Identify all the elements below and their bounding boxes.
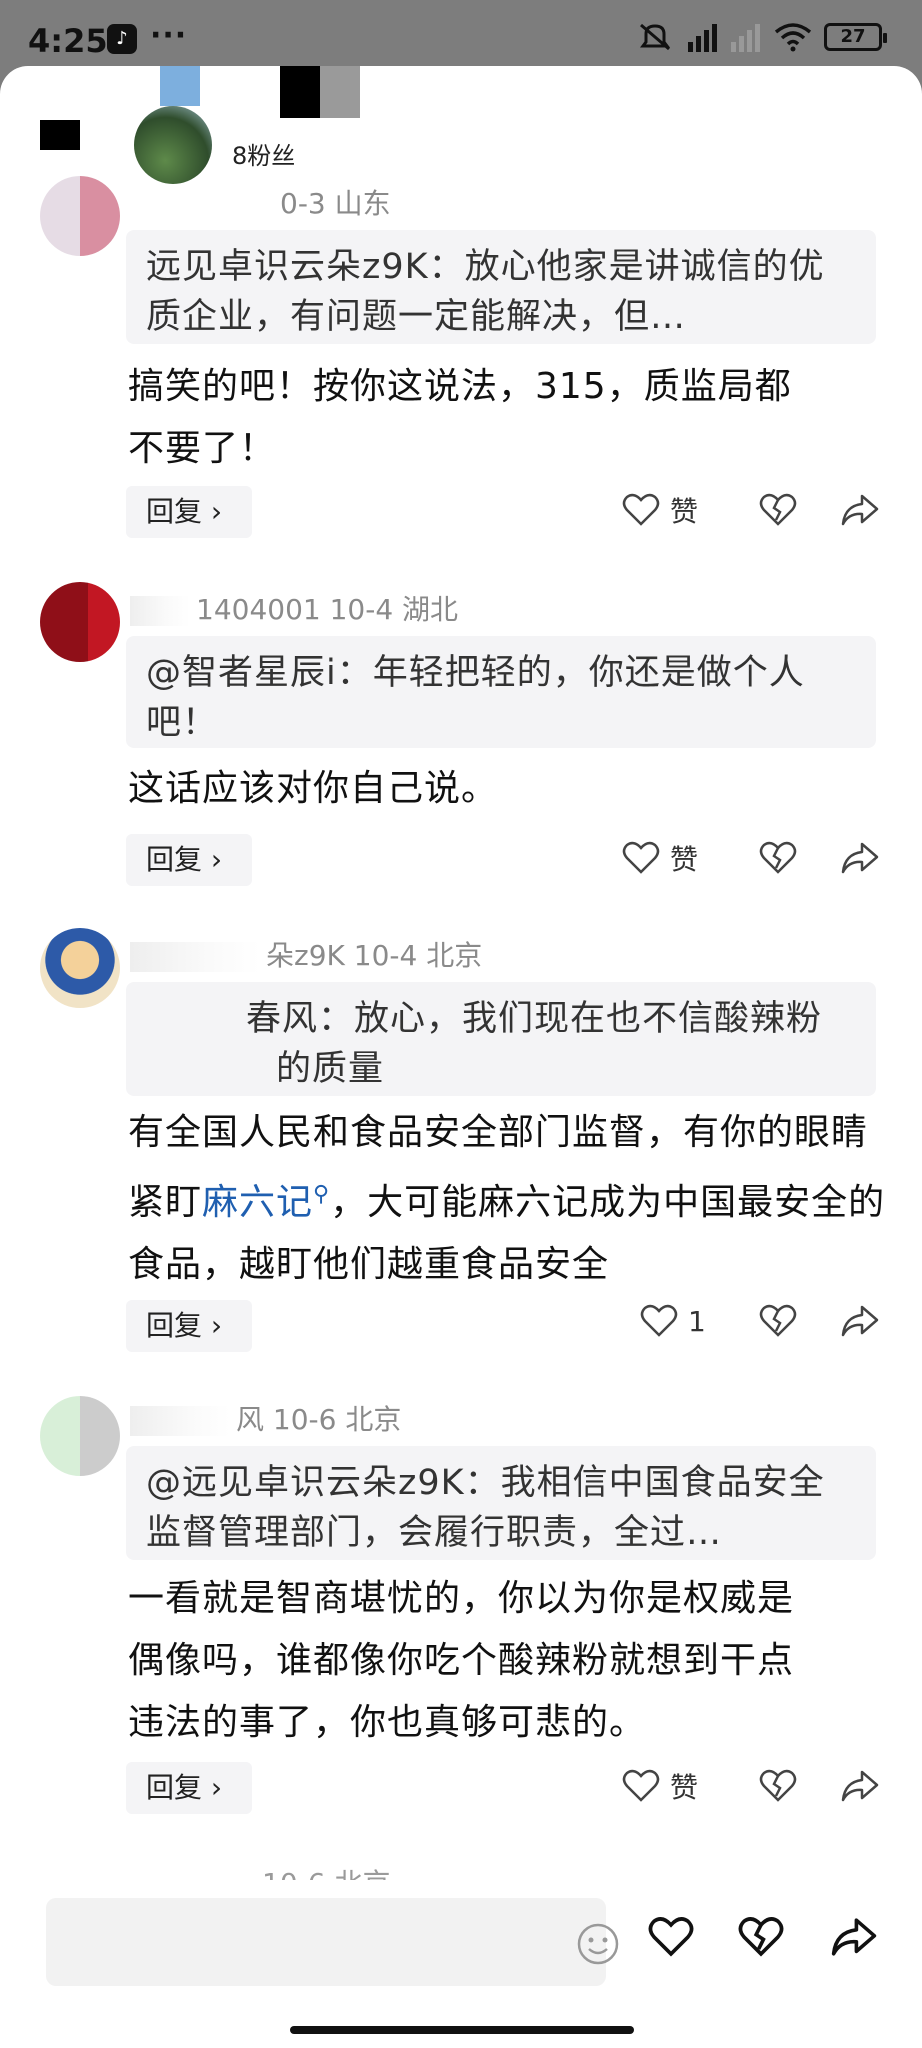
heart-icon xyxy=(622,1769,660,1802)
reply-button[interactable]: 回复 › xyxy=(126,486,252,538)
reply-button[interactable]: 回复 › xyxy=(126,1762,252,1814)
home-indicator[interactable] xyxy=(290,2026,634,2034)
redaction xyxy=(280,66,320,118)
avatar[interactable] xyxy=(40,1396,120,1476)
status-time: 4:25 xyxy=(28,22,108,60)
reply-button[interactable]: 回复 › xyxy=(126,1300,252,1352)
share-icon xyxy=(841,842,879,874)
comment-actions: 赞 xyxy=(622,1766,880,1806)
comment-line: 这话应该对你自己说。 xyxy=(128,768,499,809)
dislike-button[interactable] xyxy=(732,1304,824,1338)
avatar[interactable] xyxy=(134,106,212,184)
like-button[interactable]: 赞 xyxy=(622,490,732,530)
heart-icon xyxy=(640,1304,678,1337)
share-icon xyxy=(841,1770,879,1802)
quoted-comment[interactable]: @智者星辰i：年轻把轻的，你还是做个人吧！ xyxy=(126,636,876,748)
share-icon[interactable] xyxy=(830,1916,878,1958)
like-button[interactable]: 赞 xyxy=(622,1766,732,1806)
signal-2-icon xyxy=(731,22,760,52)
comment-meta-text: 朵z9K 10-4 北京 xyxy=(266,939,483,972)
dislike-button[interactable] xyxy=(732,841,824,875)
comment-meta: 0-3 山东 xyxy=(280,187,391,220)
comment-actions: 赞 xyxy=(622,490,880,530)
comment-text: 搞笑的吧！按你这说法，315，质监局都 不要了！ xyxy=(128,356,888,480)
fans-count: 8粉丝 xyxy=(232,142,296,170)
comment-input[interactable] xyxy=(46,1898,619,1986)
quoted-comment[interactable]: 春风：放心，我们现在也不信酸辣粉的质量 xyxy=(126,982,876,1096)
like-icon[interactable] xyxy=(648,1916,694,1958)
battery-icon: 27 xyxy=(824,23,887,51)
topic-link[interactable]: 麻六记⚲ xyxy=(202,1182,330,1223)
comments-sheet[interactable]: 8粉丝 0-3 山东 远见卓识云朵z9K：放心他家是讲诚信的优质企业，有问题一定… xyxy=(0,66,922,2048)
share-icon xyxy=(841,1305,879,1337)
comment-text: 这话应该对你自己说。 xyxy=(128,758,888,820)
share-button[interactable] xyxy=(824,841,880,875)
broken-heart-icon xyxy=(759,493,797,526)
like-count: 1 xyxy=(688,1304,706,1338)
comment-actions: 赞 xyxy=(622,838,880,878)
like-label: 赞 xyxy=(670,1771,699,1804)
like-label: 赞 xyxy=(670,495,699,528)
status-more: ··· xyxy=(150,18,188,53)
comment-line: 不要了！ xyxy=(128,428,277,469)
comment-line: 违法的事了，你也真够可悲的。 xyxy=(128,1702,647,1743)
reply-button[interactable]: 回复 › xyxy=(126,834,252,886)
share-button[interactable] xyxy=(824,1304,880,1338)
redaction xyxy=(320,66,360,118)
tiktok-icon: ♪ xyxy=(107,24,137,54)
avatar[interactable] xyxy=(40,582,120,662)
comment-line: 偶像吗，谁都像你吃个酸辣粉就想到干点 xyxy=(128,1640,795,1681)
comment-meta: 风 10-6 北京 xyxy=(130,1398,401,1438)
heart-icon xyxy=(622,493,660,526)
dislike-button[interactable] xyxy=(732,493,824,527)
share-button[interactable] xyxy=(824,1769,880,1803)
dislike-button[interactable] xyxy=(732,1769,824,1803)
comment-text: 一看就是智商堪忧的，你以为你是权威是 偶像吗，谁都像你吃个酸辣粉就想到干点 违法… xyxy=(128,1568,888,1754)
bottom-bar xyxy=(0,1880,922,2048)
topic-link-label: 麻六记 xyxy=(202,1182,314,1223)
quoted-comment[interactable]: 远见卓识云朵z9K：放心他家是讲诚信的优质企业，有问题一定能解决，但… xyxy=(126,230,876,344)
avatar[interactable] xyxy=(40,928,120,1008)
comment-meta-text: 1404001 10-4 湖北 xyxy=(196,593,459,626)
status-icons: 27 xyxy=(638,22,887,52)
broken-heart-icon xyxy=(759,1304,797,1337)
like-button[interactable]: 赞 xyxy=(622,838,732,878)
comment-meta: 1404001 10-4 湖北 xyxy=(130,588,458,628)
like-label: 赞 xyxy=(670,843,699,876)
search-icon: ⚲ xyxy=(313,1182,331,1207)
comment-actions: 1 xyxy=(622,1304,880,1338)
avatar[interactable] xyxy=(40,176,120,256)
share-icon xyxy=(841,494,879,526)
comment-line: 搞笑的吧！按你这说法，315，质监局都 xyxy=(128,366,792,407)
mute-icon xyxy=(638,22,674,52)
redaction xyxy=(160,66,200,106)
wifi-icon xyxy=(774,22,812,52)
like-button[interactable]: 1 xyxy=(622,1304,732,1338)
broken-heart-icon[interactable] xyxy=(738,1916,784,1958)
heart-icon xyxy=(622,841,660,874)
comment-text: 有全国人民和食品安全部门监督，有你的眼睛紧盯麻六记⚲，大可能麻六记成为中国最安全… xyxy=(128,1102,888,1296)
share-button[interactable] xyxy=(824,493,880,527)
broken-heart-icon xyxy=(759,841,797,874)
redaction xyxy=(40,120,80,150)
emoji-icon[interactable] xyxy=(576,1922,620,1966)
quoted-comment[interactable]: @远见卓识云朵z9K：我相信中国食品安全监督管理部门，会履行职责，全过… xyxy=(126,1446,876,1560)
comment-line: 一看就是智商堪忧的，你以为你是权威是 xyxy=(128,1578,795,1619)
comment-meta-text: 风 10-6 北京 xyxy=(236,1403,402,1436)
broken-heart-icon xyxy=(759,1769,797,1802)
signal-icon xyxy=(688,22,717,52)
comment-meta: 朵z9K 10-4 北京 xyxy=(130,934,482,974)
